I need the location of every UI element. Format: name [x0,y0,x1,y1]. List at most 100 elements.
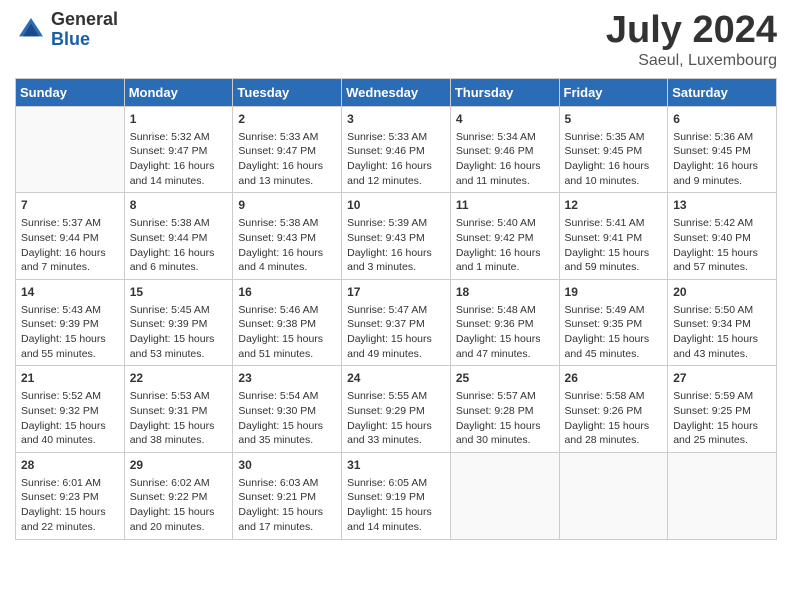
day-number: 29 [130,457,228,474]
day-info: Sunrise: 5:59 AM Sunset: 9:25 PM Dayligh… [673,389,771,448]
day-number: 2 [238,111,336,128]
day-number: 21 [21,370,119,387]
day-number: 15 [130,284,228,301]
day-number: 25 [456,370,554,387]
calendar-cell: 22 Sunrise: 5:53 AM Sunset: 9:31 PM Dayli… [124,366,233,453]
day-number: 26 [565,370,663,387]
day-number: 1 [130,111,228,128]
day-number: 27 [673,370,771,387]
weekday-header: Monday [124,78,233,106]
day-info: Sunrise: 6:02 AM Sunset: 9:22 PM Dayligh… [130,476,228,535]
calendar-cell [450,452,559,539]
day-info: Sunrise: 5:58 AM Sunset: 9:26 PM Dayligh… [565,389,663,448]
calendar-cell: 17 Sunrise: 5:47 AM Sunset: 9:37 PM Dayli… [342,279,451,366]
day-number: 7 [21,197,119,214]
calendar-cell: 24 Sunrise: 5:55 AM Sunset: 9:29 PM Dayli… [342,366,451,453]
day-number: 28 [21,457,119,474]
logo-general-text: General [51,10,118,30]
day-number: 5 [565,111,663,128]
calendar-cell: 3Sunrise: 5:33 AM Sunset: 9:46 PM Daylig… [342,106,451,193]
calendar-cell: 2 Sunrise: 5:33 AM Sunset: 9:47 PM Daylig… [233,106,342,193]
weekday-row: SundayMondayTuesdayWednesdayThursdayFrid… [16,78,777,106]
weekday-header: Tuesday [233,78,342,106]
day-number: 18 [456,284,554,301]
day-info: Sunrise: 5:34 AM Sunset: 9:46 PM Dayligh… [456,130,554,189]
day-number: 17 [347,284,445,301]
day-info: Sunrise: 5:39 AM Sunset: 9:43 PM Dayligh… [347,216,445,275]
calendar-week-row: 14Sunrise: 5:43 AM Sunset: 9:39 PM Dayli… [16,279,777,366]
day-number: 30 [238,457,336,474]
day-number: 23 [238,370,336,387]
calendar-cell: 9 Sunrise: 5:38 AM Sunset: 9:43 PM Daylig… [233,193,342,280]
calendar-cell: 23 Sunrise: 5:54 AM Sunset: 9:30 PM Dayli… [233,366,342,453]
calendar-cell: 16Sunrise: 5:46 AM Sunset: 9:38 PM Dayli… [233,279,342,366]
calendar-cell: 30 Sunrise: 6:03 AM Sunset: 9:21 PM Dayli… [233,452,342,539]
location-subtitle: Saeul, Luxembourg [606,52,777,70]
calendar-cell: 31 Sunrise: 6:05 AM Sunset: 9:19 PM Dayli… [342,452,451,539]
day-info: Sunrise: 5:33 AM Sunset: 9:47 PM Dayligh… [238,130,336,189]
weekday-header: Friday [559,78,668,106]
calendar-cell: 8 Sunrise: 5:38 AM Sunset: 9:44 PM Daylig… [124,193,233,280]
day-info: Sunrise: 5:36 AM Sunset: 9:45 PM Dayligh… [673,130,771,189]
title-area: July 2024 Saeul, Luxembourg [606,10,777,70]
weekday-header: Sunday [16,78,125,106]
calendar-week-row: 28 Sunrise: 6:01 AM Sunset: 9:23 PM Dayli… [16,452,777,539]
calendar-cell: 5 Sunrise: 5:35 AM Sunset: 9:45 PM Daylig… [559,106,668,193]
day-number: 8 [130,197,228,214]
day-number: 20 [673,284,771,301]
day-info: Sunrise: 5:35 AM Sunset: 9:45 PM Dayligh… [565,130,663,189]
day-info: Sunrise: 5:48 AM Sunset: 9:36 PM Dayligh… [456,303,554,362]
calendar-cell: 6 Sunrise: 5:36 AM Sunset: 9:45 PM Daylig… [668,106,777,193]
calendar-table: SundayMondayTuesdayWednesdayThursdayFrid… [15,78,777,540]
day-info: Sunrise: 6:05 AM Sunset: 9:19 PM Dayligh… [347,476,445,535]
weekday-header: Saturday [668,78,777,106]
calendar-cell: 1 Sunrise: 5:32 AM Sunset: 9:47 PM Daylig… [124,106,233,193]
day-number: 14 [21,284,119,301]
day-info: Sunrise: 6:01 AM Sunset: 9:23 PM Dayligh… [21,476,119,535]
day-number: 22 [130,370,228,387]
day-number: 24 [347,370,445,387]
day-info: Sunrise: 5:41 AM Sunset: 9:41 PM Dayligh… [565,216,663,275]
page-header: General Blue July 2024 Saeul, Luxembourg [15,10,777,70]
day-info: Sunrise: 5:47 AM Sunset: 9:37 PM Dayligh… [347,303,445,362]
calendar-cell: 15 Sunrise: 5:45 AM Sunset: 9:39 PM Dayli… [124,279,233,366]
calendar-cell [559,452,668,539]
day-number: 12 [565,197,663,214]
calendar-cell: 4 Sunrise: 5:34 AM Sunset: 9:46 PM Daylig… [450,106,559,193]
logo-icon [15,14,47,46]
day-number: 31 [347,457,445,474]
calendar-cell: 7Sunrise: 5:37 AM Sunset: 9:44 PM Daylig… [16,193,125,280]
day-info: Sunrise: 5:53 AM Sunset: 9:31 PM Dayligh… [130,389,228,448]
day-number: 9 [238,197,336,214]
day-info: Sunrise: 5:54 AM Sunset: 9:30 PM Dayligh… [238,389,336,448]
day-number: 10 [347,197,445,214]
day-info: Sunrise: 5:38 AM Sunset: 9:43 PM Dayligh… [238,216,336,275]
day-number: 6 [673,111,771,128]
calendar-cell: 18 Sunrise: 5:48 AM Sunset: 9:36 PM Dayli… [450,279,559,366]
calendar-cell: 28 Sunrise: 6:01 AM Sunset: 9:23 PM Dayli… [16,452,125,539]
day-info: Sunrise: 5:50 AM Sunset: 9:34 PM Dayligh… [673,303,771,362]
day-info: Sunrise: 5:49 AM Sunset: 9:35 PM Dayligh… [565,303,663,362]
calendar-cell [16,106,125,193]
calendar-cell: 20 Sunrise: 5:50 AM Sunset: 9:34 PM Dayli… [668,279,777,366]
calendar-cell: 21Sunrise: 5:52 AM Sunset: 9:32 PM Dayli… [16,366,125,453]
calendar-header: SundayMondayTuesdayWednesdayThursdayFrid… [16,78,777,106]
calendar-cell: 10 Sunrise: 5:39 AM Sunset: 9:43 PM Dayli… [342,193,451,280]
calendar-cell: 11Sunrise: 5:40 AM Sunset: 9:42 PM Dayli… [450,193,559,280]
calendar-cell: 13Sunrise: 5:42 AM Sunset: 9:40 PM Dayli… [668,193,777,280]
day-info: Sunrise: 6:03 AM Sunset: 9:21 PM Dayligh… [238,476,336,535]
day-info: Sunrise: 5:45 AM Sunset: 9:39 PM Dayligh… [130,303,228,362]
day-info: Sunrise: 5:46 AM Sunset: 9:38 PM Dayligh… [238,303,336,362]
day-number: 4 [456,111,554,128]
day-info: Sunrise: 5:38 AM Sunset: 9:44 PM Dayligh… [130,216,228,275]
day-info: Sunrise: 5:40 AM Sunset: 9:42 PM Dayligh… [456,216,554,275]
calendar-body: 1 Sunrise: 5:32 AM Sunset: 9:47 PM Daylig… [16,106,777,539]
weekday-header: Thursday [450,78,559,106]
calendar-cell: 27 Sunrise: 5:59 AM Sunset: 9:25 PM Dayli… [668,366,777,453]
calendar-cell: 19Sunrise: 5:49 AM Sunset: 9:35 PM Dayli… [559,279,668,366]
day-info: Sunrise: 5:32 AM Sunset: 9:47 PM Dayligh… [130,130,228,189]
calendar-cell [668,452,777,539]
calendar-cell: 12 Sunrise: 5:41 AM Sunset: 9:41 PM Dayli… [559,193,668,280]
day-info: Sunrise: 5:55 AM Sunset: 9:29 PM Dayligh… [347,389,445,448]
day-info: Sunrise: 5:33 AM Sunset: 9:46 PM Dayligh… [347,130,445,189]
